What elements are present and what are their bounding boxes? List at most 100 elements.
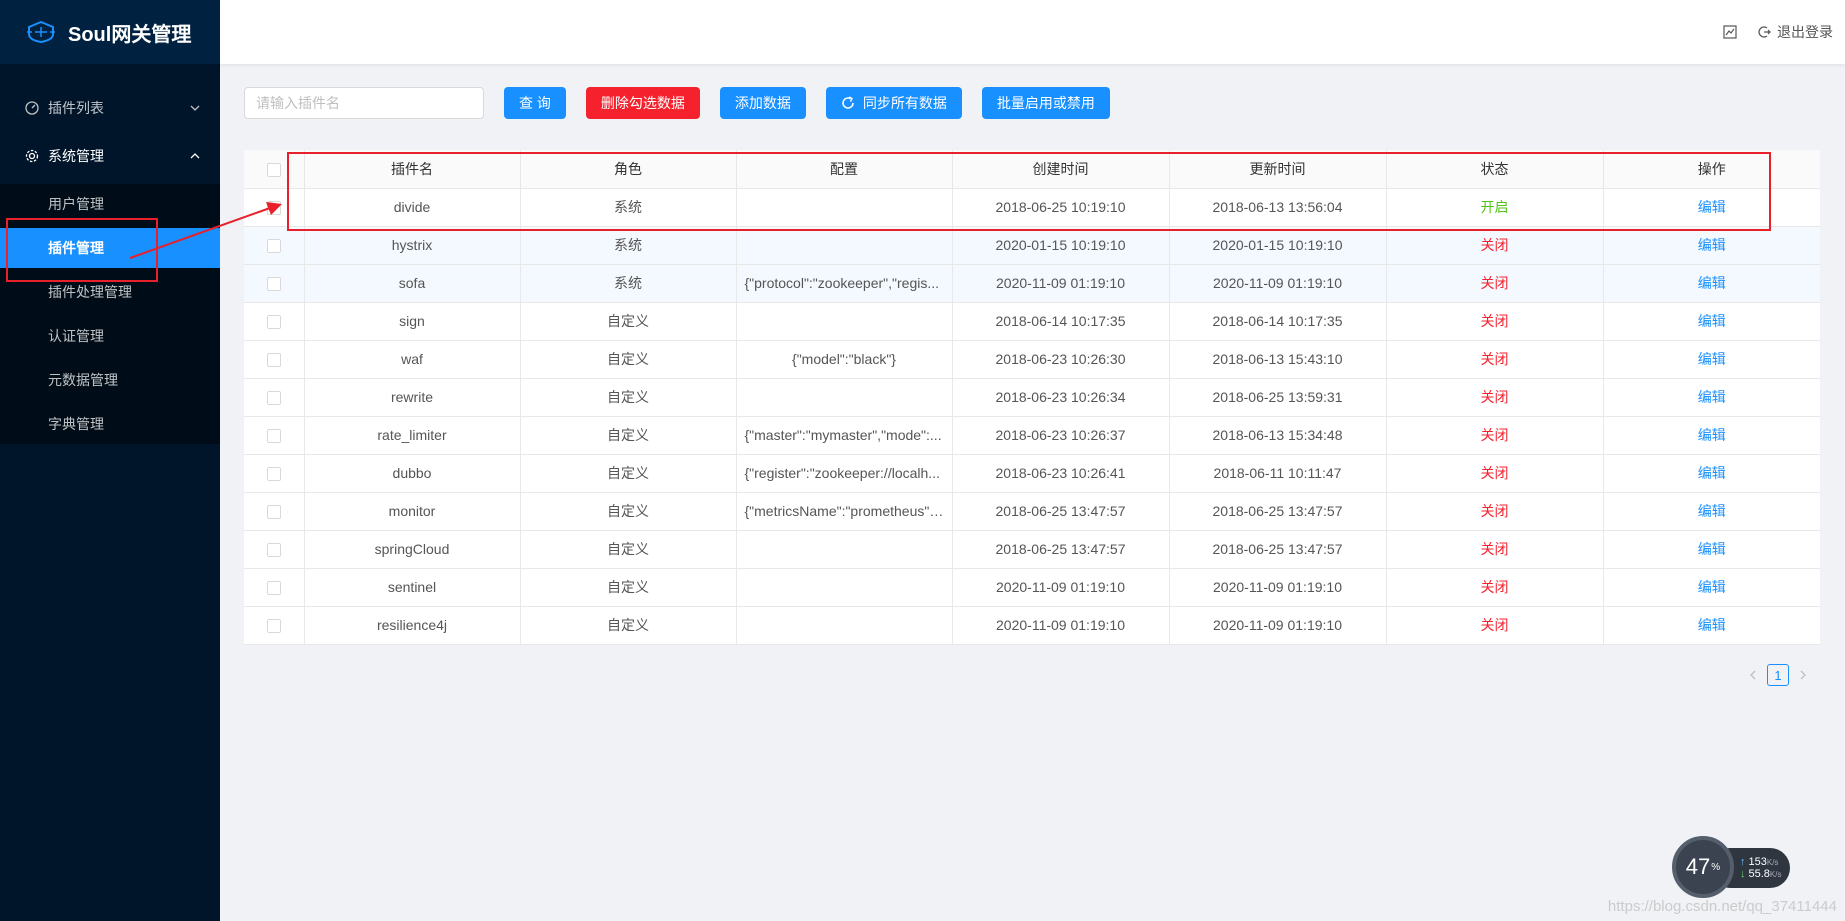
edit-link[interactable]: 编辑 <box>1603 302 1820 341</box>
soul-logo-icon <box>27 21 55 43</box>
cell-config <box>736 378 953 417</box>
row-checkbox[interactable] <box>266 239 281 254</box>
edit-link[interactable]: 编辑 <box>1603 530 1820 569</box>
app-title: Soul网关管理 <box>68 23 192 46</box>
cell-config <box>736 188 953 227</box>
row-select-cell <box>244 188 305 227</box>
col-header-status[interactable]: 状态 <box>1386 150 1604 189</box>
row-checkbox[interactable] <box>266 353 281 368</box>
cell-status: 开启 <box>1386 188 1604 227</box>
logout-link[interactable]: 退出登录 <box>1777 22 1833 42</box>
col-header-name[interactable]: 插件名 <box>304 150 521 189</box>
cell-updated-time: 2020-11-09 01:19:10 <box>1169 606 1387 645</box>
sidebar-item-label: 元数据管理 <box>48 372 118 388</box>
col-header-created[interactable]: 创建时间 <box>952 150 1170 189</box>
edit-link[interactable]: 编辑 <box>1603 226 1820 265</box>
cell-config: {"register":"zookeeper://localh... <box>736 454 953 493</box>
cell-config <box>736 606 953 645</box>
cell-status: 关闭 <box>1386 606 1604 645</box>
edit-link[interactable]: 编辑 <box>1603 568 1820 607</box>
cell-updated-time: 2018-06-25 13:47:57 <box>1169 492 1387 531</box>
query-button[interactable]: 查 询 <box>504 87 566 119</box>
sync-all-button[interactable]: 同步所有数据 <box>825 87 962 119</box>
next-page-icon[interactable] <box>1795 667 1811 683</box>
col-header-role[interactable]: 角色 <box>520 150 737 189</box>
edit-link[interactable]: 编辑 <box>1603 492 1820 531</box>
table-row: monitor 自定义 {"metricsName":"prometheus",..… <box>244 492 1820 531</box>
row-checkbox[interactable] <box>266 201 281 216</box>
table-row: hystrix 系统 2020-01-15 10:19:10 2020-01-15 1… <box>244 226 1820 265</box>
cell-config <box>736 226 953 265</box>
row-select-cell <box>244 378 305 417</box>
table-row: resilience4j 自定义 2020-11-09 01:19:10 2020-1… <box>244 606 1820 645</box>
cell-created-time: 2018-06-25 10:19:10 <box>952 188 1170 227</box>
logo[interactable]: Soul网关管理 <box>0 0 220 64</box>
page-number-current[interactable]: 1 <box>1767 664 1789 686</box>
edit-link[interactable]: 编辑 <box>1603 454 1820 493</box>
cell-config: {"master":"mymaster","mode":... <box>736 416 953 455</box>
cpu-percent-circle[interactable]: 47% <box>1672 836 1734 898</box>
sidebar-item-plugin-management[interactable]: 插件管理 <box>0 228 220 268</box>
col-header-config[interactable]: 配置 <box>736 150 953 189</box>
sidebar-item-label: 认证管理 <box>48 328 104 344</box>
cell-status: 关闭 <box>1386 264 1604 303</box>
select-all-checkbox[interactable] <box>266 162 281 177</box>
table-header-row: 插件名 角色 配置 创建时间 更新时间 状态 操作 <box>244 150 1820 189</box>
plugin-table: 插件名 角色 配置 创建时间 更新时间 状态 操作 divide 系统 2018-0… <box>244 150 1820 645</box>
cell-role: 自定义 <box>520 454 737 493</box>
row-checkbox[interactable] <box>266 543 281 558</box>
edit-link[interactable]: 编辑 <box>1603 416 1820 455</box>
cell-plugin-name: sign <box>304 302 521 341</box>
row-checkbox[interactable] <box>266 315 281 330</box>
add-data-button[interactable]: 添加数据 <box>719 87 806 119</box>
side-menu: 插件列表 系统管理 用户管理 插件管理 插件处理管理 认证管理 元数据管理 字典… <box>0 64 220 444</box>
download-unit: K/s <box>1769 870 1782 879</box>
edit-link[interactable]: 编辑 <box>1603 264 1820 303</box>
sidebar-item-user-management[interactable]: 用户管理 <box>0 184 220 224</box>
row-checkbox[interactable] <box>266 277 281 292</box>
row-checkbox[interactable] <box>266 505 281 520</box>
row-checkbox[interactable] <box>266 429 281 444</box>
download-value: 55.8 <box>1748 868 1770 880</box>
sidebar-item-dictionary-management[interactable]: 字典管理 <box>0 404 220 444</box>
cell-status: 关闭 <box>1386 454 1604 493</box>
cell-role: 自定义 <box>520 302 737 341</box>
cell-role: 自定义 <box>520 492 737 531</box>
plugin-name-search-input[interactable] <box>244 87 484 119</box>
sidebar-item-plugin-handle-management[interactable]: 插件处理管理 <box>0 272 220 312</box>
cell-updated-time: 2018-06-14 10:17:35 <box>1169 302 1387 341</box>
edit-link[interactable]: 编辑 <box>1603 606 1820 645</box>
row-checkbox[interactable] <box>266 467 281 482</box>
gear-icon <box>24 148 40 164</box>
sidebar-item-auth-management[interactable]: 认证管理 <box>0 316 220 356</box>
cell-plugin-name: waf <box>304 340 521 379</box>
edit-link[interactable]: 编辑 <box>1603 188 1820 227</box>
net-speed-widget: ↑ 153K/s ↓ 55.8K/s 47% <box>1672 836 1792 898</box>
cell-status: 关闭 <box>1386 492 1604 531</box>
image-export-icon[interactable] <box>1723 25 1737 39</box>
row-select-cell <box>244 416 305 455</box>
menu-system-management[interactable]: 系统管理 <box>0 132 220 180</box>
col-header-updated[interactable]: 更新时间 <box>1169 150 1387 189</box>
delete-selected-button[interactable]: 删除勾选数据 <box>585 87 700 119</box>
watermark: https://blog.csdn.net/qq_37411444 <box>1607 898 1837 915</box>
cell-config: {"protocol":"zookeeper","regis... <box>736 264 953 303</box>
sidebar-item-metadata-management[interactable]: 元数据管理 <box>0 360 220 400</box>
cell-status: 关闭 <box>1386 568 1604 607</box>
prev-page-icon[interactable] <box>1745 667 1761 683</box>
logout-icon <box>1758 26 1771 38</box>
batch-toggle-button[interactable]: 批量启用或禁用 <box>981 87 1110 119</box>
edit-link[interactable]: 编辑 <box>1603 340 1820 379</box>
upload-value: 153 <box>1748 856 1767 868</box>
cell-plugin-name: divide <box>304 188 521 227</box>
col-header-action[interactable]: 操作 <box>1603 150 1820 189</box>
table-body: divide 系统 2018-06-25 10:19:10 2018-06-13 13… <box>244 188 1820 645</box>
row-checkbox[interactable] <box>266 391 281 406</box>
row-checkbox[interactable] <box>266 619 281 634</box>
cell-created-time: 2018-06-14 10:17:35 <box>952 302 1170 341</box>
edit-link[interactable]: 编辑 <box>1603 378 1820 417</box>
cpu-percent-unit: % <box>1711 861 1721 873</box>
table-row: rate_limiter 自定义 {"master":"mymaster","mod… <box>244 416 1820 455</box>
row-checkbox[interactable] <box>266 581 281 596</box>
menu-plugin-list[interactable]: 插件列表 <box>0 84 220 132</box>
